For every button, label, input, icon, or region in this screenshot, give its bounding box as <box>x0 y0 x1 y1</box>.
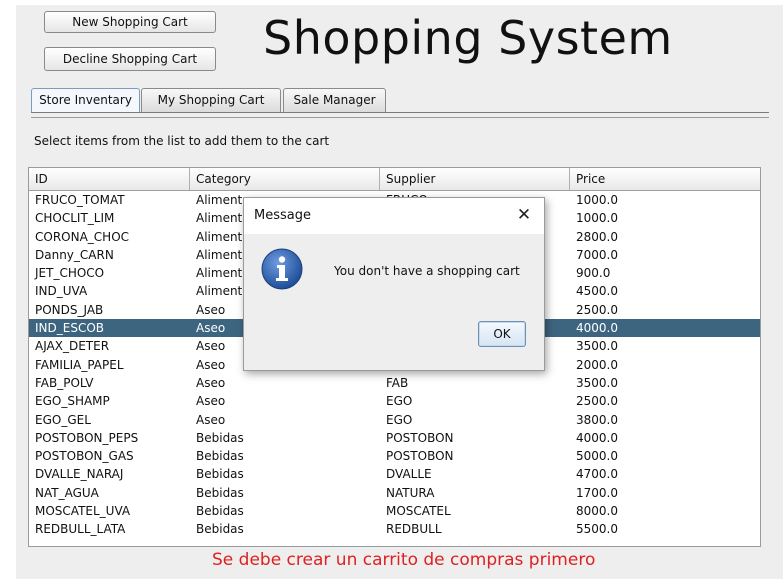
dialog-body: You don't have a shopping cart OK <box>244 234 544 370</box>
cell-id: PONDS_JAB <box>35 302 104 317</box>
cell-price: 5000.0 <box>576 449 618 464</box>
column-header-supplier[interactable]: Supplier <box>380 168 570 190</box>
cell-supplier: POSTOBON <box>386 430 454 445</box>
cell-price: 4700.0 <box>576 467 618 482</box>
inventory-instruction: Select items from the list to add them t… <box>34 134 330 148</box>
cell-price: 1000.0 <box>576 193 618 207</box>
status-error-message: Se debe crear un carrito de compras prim… <box>212 550 596 570</box>
cell-price: 5500.0 <box>576 522 618 537</box>
close-icon[interactable]: ✕ <box>510 202 538 228</box>
cell-supplier: REDBULL <box>386 522 442 537</box>
cell-supplier: DVALLE <box>386 467 432 482</box>
app-title: Shopping System <box>263 11 673 65</box>
tab-divider <box>31 112 769 113</box>
cell-id: MOSCATEL_UVA <box>35 504 131 519</box>
column-header-price[interactable]: Price <box>570 168 760 190</box>
cell-price: 4000.0 <box>576 430 618 445</box>
table-row[interactable]: EGO_GEL Aseo EGO 3800.0 <box>29 411 760 429</box>
dialog-title: Message <box>254 208 311 223</box>
cell-id: IND_UVA <box>35 284 88 299</box>
cell-supplier: POSTOBON <box>386 449 454 464</box>
cell-id: EGO_SHAMP <box>35 394 110 409</box>
cell-price: 1700.0 <box>576 485 618 500</box>
cell-category: Aseo <box>196 412 226 427</box>
cell-supplier: EGO <box>386 394 413 409</box>
table-row[interactable]: EGO_SHAMP Aseo EGO 2500.0 <box>29 392 760 410</box>
column-header-category[interactable]: Category <box>190 168 380 190</box>
cell-category: Bebidas <box>196 449 244 464</box>
cell-price: 3500.0 <box>576 375 618 390</box>
cell-price: 2800.0 <box>576 229 618 244</box>
cell-price: 3800.0 <box>576 412 618 427</box>
cell-supplier: MOSCATEL <box>386 504 451 519</box>
table-row[interactable]: REDBULL_LATA Bebidas REDBULL 5500.0 <box>29 520 760 538</box>
decline-shopping-cart-button[interactable]: Decline Shopping Cart <box>44 47 216 71</box>
tab-sale-manager[interactable]: Sale Manager <box>283 88 386 112</box>
new-shopping-cart-button[interactable]: New Shopping Cart <box>44 11 216 33</box>
cell-price: 7000.0 <box>576 247 618 262</box>
cell-price: 4500.0 <box>576 284 618 299</box>
cell-price: 2500.0 <box>576 302 618 317</box>
table-row[interactable]: FAB_POLV Aseo FAB 3500.0 <box>29 374 760 392</box>
cell-price: 900.0 <box>576 266 611 281</box>
cell-category: Aseo <box>196 394 226 409</box>
table-row[interactable]: NAT_AGUA Bebidas NATURA 1700.0 <box>29 484 760 502</box>
cell-price: 2500.0 <box>576 394 618 409</box>
table-row[interactable]: MOSCATEL_UVA Bebidas MOSCATEL 8000.0 <box>29 502 760 520</box>
cell-id: FAMILIA_PAPEL <box>35 357 124 372</box>
cell-supplier: EGO <box>386 412 413 427</box>
cell-price: 3500.0 <box>576 339 618 354</box>
cell-id: FRUCO_TOMAT <box>35 193 125 207</box>
cell-category: Bebidas <box>196 522 244 537</box>
tab-my-shopping-cart[interactable]: My Shopping Cart <box>141 88 281 112</box>
cell-id: CORONA_CHOC <box>35 229 130 244</box>
cell-supplier: FAB <box>386 375 409 390</box>
cell-id: FAB_POLV <box>35 375 94 390</box>
info-icon <box>261 248 303 290</box>
dialog-message: You don't have a shopping cart <box>334 264 520 278</box>
cell-supplier: NATURA <box>386 485 435 500</box>
cell-id: POSTOBON_GAS <box>35 449 134 464</box>
cell-price: 2000.0 <box>576 357 618 372</box>
table-header: ID Category Supplier Price <box>29 168 760 191</box>
table-row[interactable]: DVALLE_NARAJ Bebidas DVALLE 4700.0 <box>29 465 760 483</box>
tab-store-inventary[interactable]: Store Inventary <box>31 88 140 113</box>
cell-id: POSTOBON_PEPS <box>35 430 139 445</box>
cell-price: 8000.0 <box>576 504 618 519</box>
cell-id: Danny_CARN <box>35 247 114 262</box>
cell-category: Bebidas <box>196 504 244 519</box>
cell-price: 1000.0 <box>576 211 618 226</box>
cell-category: Bebidas <box>196 485 244 500</box>
cell-category: Bebidas <box>196 430 244 445</box>
table-row[interactable]: POSTOBON_PEPS Bebidas POSTOBON 4000.0 <box>29 429 760 447</box>
message-dialog: Message ✕ You don't have a shopping cart… <box>243 197 545 371</box>
table-row[interactable]: POSTOBON_GAS Bebidas POSTOBON 5000.0 <box>29 447 760 465</box>
cell-id: NAT_AGUA <box>35 485 99 500</box>
column-header-id[interactable]: ID <box>29 168 190 190</box>
cell-price: 4000.0 <box>576 321 618 336</box>
cell-category: Bebidas <box>196 467 244 482</box>
cell-category: Aseo <box>196 375 226 390</box>
cell-id: DVALLE_NARAJ <box>35 467 124 482</box>
tab-divider <box>31 117 769 118</box>
ok-button[interactable]: OK <box>478 321 526 347</box>
cell-id: EGO_GEL <box>35 412 91 427</box>
cell-id: IND_ESCOB <box>35 321 105 336</box>
dialog-titlebar[interactable]: Message ✕ <box>244 198 544 234</box>
cell-id: JET_CHOCO <box>35 266 105 281</box>
cell-id: REDBULL_LATA <box>35 522 126 537</box>
cell-id: CHOCLIT_LIM <box>35 211 115 226</box>
cell-id: AJAX_DETER <box>35 339 110 354</box>
